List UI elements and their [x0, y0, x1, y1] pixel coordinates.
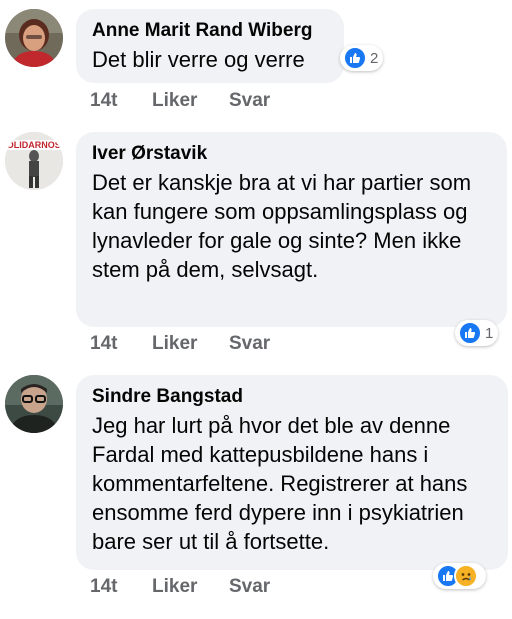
comment-author[interactable]: Sindre Bangstad [92, 385, 492, 409]
comment-author[interactable]: Iver Ørstavik [92, 142, 491, 166]
timestamp[interactable]: 14t [90, 576, 152, 598]
avatar[interactable] [5, 9, 63, 67]
comment-actions: 14t Liker Svar [90, 333, 270, 355]
reaction-count: 1 [485, 324, 494, 342]
comment-actions: 14t Liker Svar [90, 576, 270, 598]
like-icon [343, 46, 367, 70]
reply-button[interactable]: Svar [229, 90, 270, 112]
like-icon [458, 321, 482, 345]
comment-text: Det er kanskje bra at vi har partier som… [92, 170, 472, 282]
sad-face-icon [454, 564, 478, 588]
comment-actions: 14t Liker Svar [90, 90, 270, 112]
like-button[interactable]: Liker [152, 333, 229, 355]
reaction-summary[interactable]: 1 [455, 320, 499, 346]
timestamp[interactable]: 14t [90, 90, 152, 112]
reaction-count: 2 [370, 49, 379, 67]
reply-button[interactable]: Svar [229, 333, 270, 355]
avatar[interactable]: SOLIDARNOSC [5, 132, 63, 190]
comment-bubble: Iver Ørstavik Det er kanskje bra at vi h… [76, 132, 507, 327]
comment-bubble: Anne Marit Rand Wiberg Det blir verre og… [76, 9, 344, 83]
comment-bubble: Sindre Bangstad Jeg har lurt på hvor det… [76, 375, 508, 570]
reaction-summary[interactable]: 2 [340, 45, 384, 71]
comment-text: Det blir verre og verre [92, 47, 305, 72]
timestamp[interactable]: 14t [90, 333, 152, 355]
comment-text: Jeg har lurt på hvor det ble av denne Fa… [92, 413, 468, 554]
avatar[interactable] [5, 375, 63, 433]
comment-author[interactable]: Anne Marit Rand Wiberg [92, 19, 328, 43]
svg-text:SOLIDARNOSC: SOLIDARNOSC [5, 140, 63, 150]
like-button[interactable]: Liker [152, 576, 229, 598]
like-button[interactable]: Liker [152, 90, 229, 112]
reply-button[interactable]: Svar [229, 576, 270, 598]
reaction-summary[interactable] [433, 563, 486, 589]
